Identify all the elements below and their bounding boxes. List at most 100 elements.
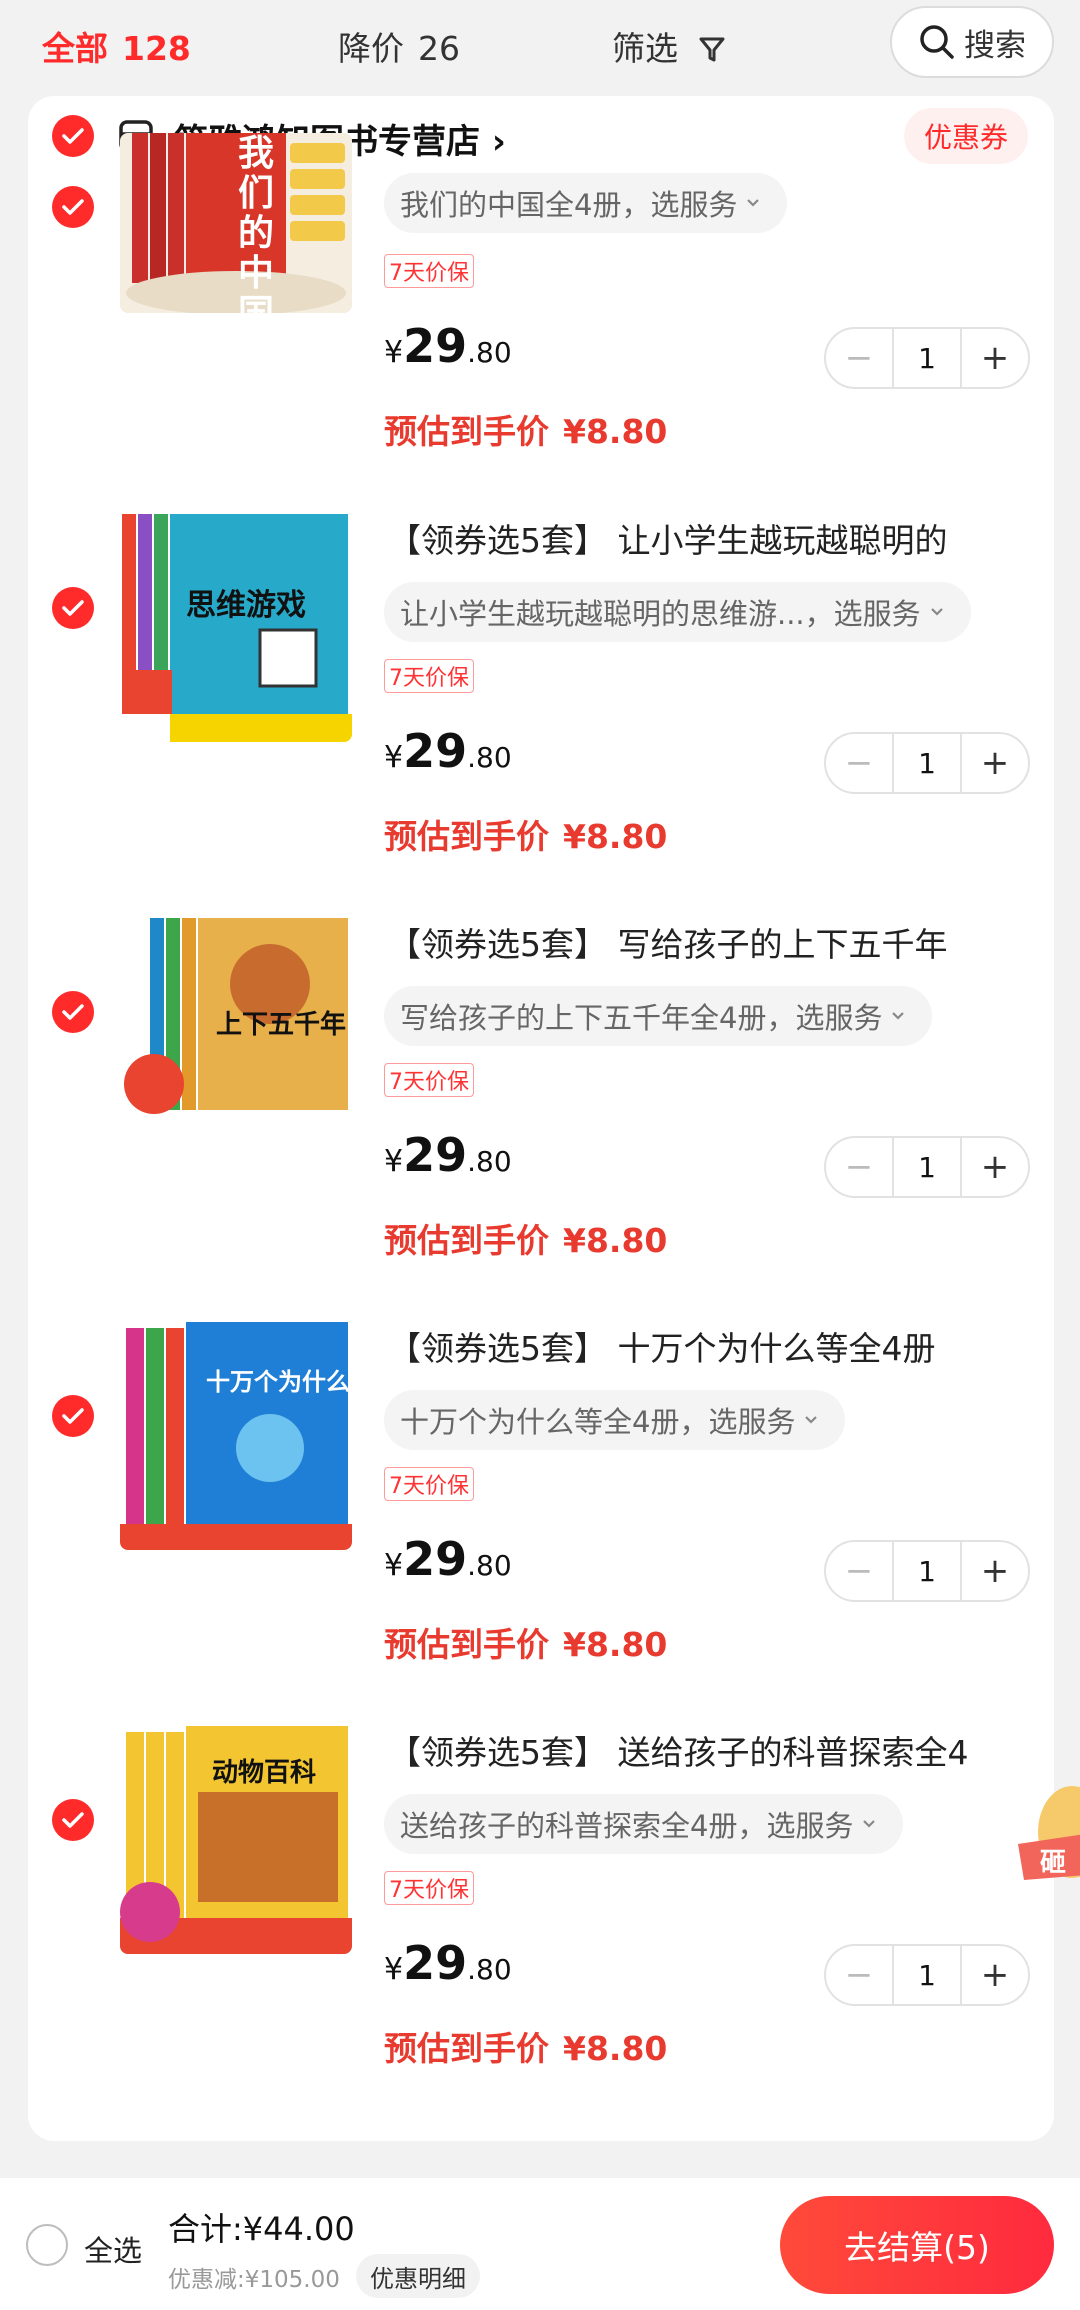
estimated-price-value: ¥8.80 xyxy=(563,1221,668,1260)
sku-label: 写给孩子的上下五千年全4册，选服务 xyxy=(400,1001,883,1035)
price-integer: 29 xyxy=(403,1532,468,1586)
item-checkbox[interactable] xyxy=(52,587,94,629)
book-cover-text: 我们的中国 xyxy=(238,133,275,313)
quantity-value[interactable]: 1 xyxy=(892,329,962,387)
quantity-stepper: − 1 + xyxy=(824,1136,1030,1198)
product-title[interactable]: 【领券选5套】 让小学生越玩越聪明的 xyxy=(388,514,1054,562)
store-card: 筠雅鸿知图书专营店 › 优惠券 我们的中国 我们的中国 xyxy=(28,96,1054,2141)
book-cover-image xyxy=(120,133,352,313)
sku-selector[interactable]: 十万个为什么等全4册，选服务 xyxy=(384,1390,846,1450)
tab-price-drop[interactable]: 降价 26 xyxy=(338,22,460,70)
estimated-price-label: 预估到手价 xyxy=(384,412,549,451)
price-protect-tag: 7天价保 xyxy=(384,254,474,288)
price-decimal: .80 xyxy=(467,741,512,774)
sku-selector[interactable]: 我们的中国全4册，选服务 xyxy=(384,173,788,233)
price: ¥29.80 xyxy=(384,724,512,778)
book-cover-text: 动物百科 xyxy=(212,1758,317,1788)
store-checkbox[interactable] xyxy=(52,115,94,157)
price-currency: ¥ xyxy=(384,1144,404,1179)
increase-button[interactable]: + xyxy=(962,1138,1028,1196)
decrease-button[interactable]: − xyxy=(826,734,892,792)
quantity-value[interactable]: 1 xyxy=(892,1946,962,2004)
select-all-checkbox[interactable] xyxy=(26,2224,68,2266)
price-integer: 29 xyxy=(403,724,468,778)
price-integer: 29 xyxy=(403,1128,468,1182)
decrease-button[interactable]: − xyxy=(826,1946,892,2004)
estimated-price-value: ¥8.80 xyxy=(563,817,668,856)
price-decimal: .80 xyxy=(467,1953,512,1986)
item-checkbox[interactable] xyxy=(52,186,94,228)
product-image[interactable]: 动物百科 xyxy=(120,1722,352,1954)
sku-selector[interactable]: 送给孩子的科普探索全4册，选服务 xyxy=(384,1794,904,1854)
product-image[interactable]: 十万个为什么 xyxy=(120,1318,352,1550)
quantity-value[interactable]: 1 xyxy=(892,1138,962,1196)
item-checkbox[interactable] xyxy=(52,991,94,1033)
increase-button[interactable]: + xyxy=(962,1542,1028,1600)
price-protect-tag: 7天价保 xyxy=(384,1871,474,1905)
estimated-price-label: 预估到手价 xyxy=(384,1625,549,1664)
product-title[interactable]: 【领券选5套】 十万个为什么等全4册 xyxy=(388,1322,1054,1370)
price-decimal: .80 xyxy=(467,1145,512,1178)
estimated-price-value: ¥8.80 xyxy=(563,1625,668,1664)
price: ¥29.80 xyxy=(384,1128,512,1182)
product-title[interactable]: 【领券选5套】 写给孩子的上下五千年 xyxy=(388,918,1054,966)
sku-selector[interactable]: 写给孩子的上下五千年全4册，选服务 xyxy=(384,986,933,1046)
sku-label: 让小学生越玩越聪明的思维游...，选服务 xyxy=(400,597,921,631)
book-cover-text: 十万个为什么 xyxy=(206,1368,350,1396)
chevron-down-icon xyxy=(863,1820,876,1828)
product-image[interactable]: 思维游戏 xyxy=(120,510,352,742)
price-currency: ¥ xyxy=(384,1548,404,1583)
sku-selector[interactable]: 让小学生越玩越聪明的思维游...，选服务 xyxy=(384,582,971,642)
quantity-value[interactable]: 1 xyxy=(892,734,962,792)
book-cover-image xyxy=(120,510,352,742)
chevron-down-icon xyxy=(805,1416,818,1424)
floating-promo-badge[interactable]: 砸 xyxy=(1018,1782,1080,1902)
tab-all-label: 全部 xyxy=(42,29,108,68)
estimated-price-value: ¥8.80 xyxy=(563,412,668,451)
book-cover-image xyxy=(120,1318,352,1550)
book-cover-text: 上下五千年 xyxy=(216,1010,347,1040)
tab-price-drop-count: 26 xyxy=(418,29,460,68)
discount-amount: 优惠减:¥105.00 xyxy=(168,2267,340,2293)
increase-button[interactable]: + xyxy=(962,734,1028,792)
tab-filter-label: 筛选 xyxy=(612,29,678,68)
estimated-price-value: ¥8.80 xyxy=(563,2029,668,2068)
select-all-label[interactable]: 全选 xyxy=(84,2228,142,2270)
chevron-right-icon: › xyxy=(491,122,506,162)
estimated-price-label: 预估到手价 xyxy=(384,1221,549,1260)
item-checkbox[interactable] xyxy=(52,1799,94,1841)
filter-bar: 全部 128 降价 26 筛选 搜索 xyxy=(0,0,1080,92)
product-image[interactable]: 我们的中国 xyxy=(120,133,352,313)
decrease-button[interactable]: − xyxy=(826,1138,892,1196)
decrease-button[interactable]: − xyxy=(826,329,892,387)
price-decimal: .80 xyxy=(467,1549,512,1582)
search-label: 搜索 xyxy=(964,27,1026,64)
discount-detail-button[interactable]: 优惠明细 xyxy=(356,2254,480,2298)
tab-all[interactable]: 全部 128 xyxy=(42,22,191,70)
coupon-button[interactable]: 优惠券 xyxy=(904,108,1028,164)
estimated-price: 预估到手价 ¥8.80 xyxy=(384,1618,667,1666)
checkout-button[interactable]: 去结算(5) xyxy=(780,2196,1054,2294)
quantity-value[interactable]: 1 xyxy=(892,1542,962,1600)
price-integer: 29 xyxy=(403,319,468,373)
estimated-price: 预估到手价 ¥8.80 xyxy=(384,405,667,453)
quantity-stepper: − 1 + xyxy=(824,327,1030,389)
price-currency: ¥ xyxy=(384,1952,404,1987)
cart-item: 思维游戏 【领券选5套】 让小学生越玩越聪明的 让小学生越玩越聪明的思维游...… xyxy=(28,510,1054,918)
estimated-price: 预估到手价 ¥8.80 xyxy=(384,2022,667,2070)
product-image[interactable]: 上下五千年 xyxy=(120,914,352,1146)
price-protect-tag: 7天价保 xyxy=(384,1467,474,1501)
check-icon xyxy=(62,600,84,616)
price: ¥29.80 xyxy=(384,319,512,373)
item-checkbox[interactable] xyxy=(52,1395,94,1437)
decrease-button[interactable]: − xyxy=(826,1542,892,1600)
check-icon xyxy=(62,1408,84,1424)
increase-button[interactable]: + xyxy=(962,1946,1028,2004)
increase-button[interactable]: + xyxy=(962,329,1028,387)
price-protect-tag: 7天价保 xyxy=(384,1063,474,1097)
product-title[interactable]: 【领券选5套】 送给孩子的科普探索全4 xyxy=(388,1726,1054,1774)
estimated-price-label: 预估到手价 xyxy=(384,2029,549,2068)
price-currency: ¥ xyxy=(384,740,404,775)
search-button[interactable]: 搜索 xyxy=(890,6,1054,78)
tab-filter[interactable]: 筛选 xyxy=(612,22,725,70)
